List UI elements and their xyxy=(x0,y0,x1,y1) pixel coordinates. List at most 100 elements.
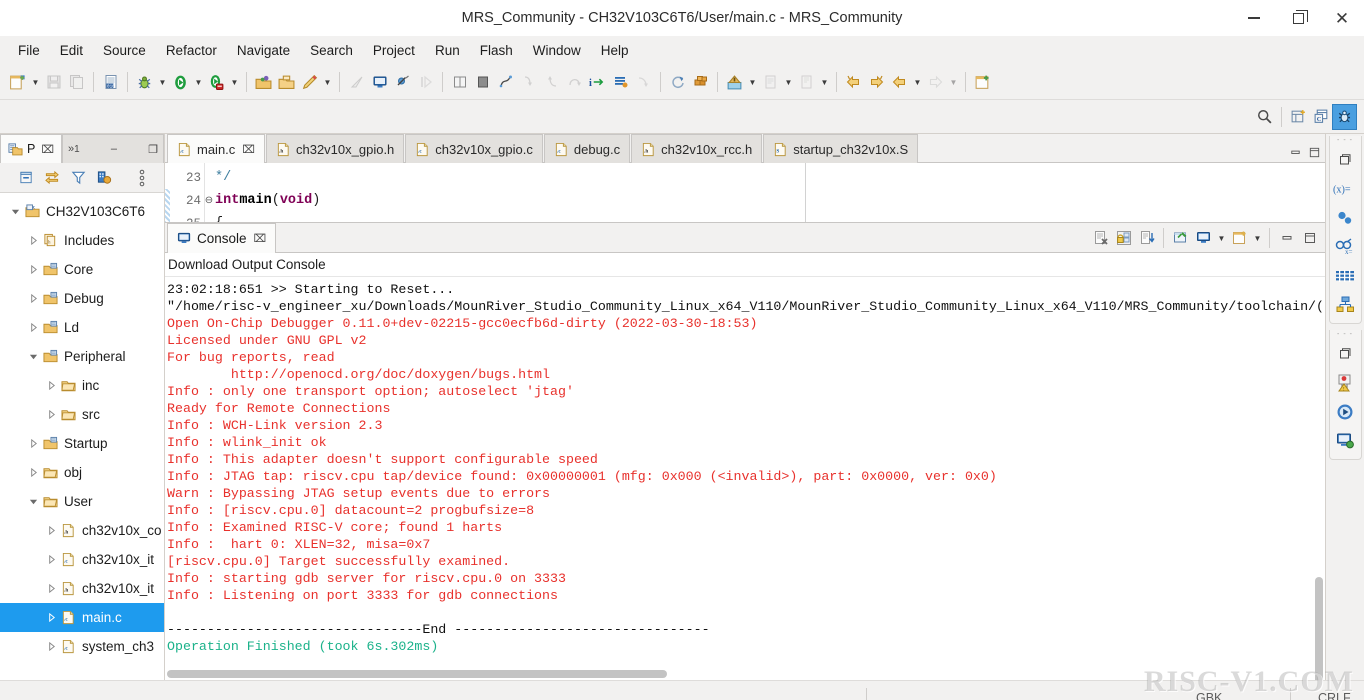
next-edit-location-icon[interactable] xyxy=(924,70,947,94)
resume-icon[interactable] xyxy=(414,70,437,94)
menu-item-edit[interactable]: Edit xyxy=(50,39,93,62)
code-editor[interactable]: 23 24⊖ 25 */ int main(void) { xyxy=(165,163,1325,223)
expand-arrow-icon[interactable] xyxy=(26,313,40,342)
maximize-view-icon[interactable]: ❐ xyxy=(148,143,158,156)
menu-item-navigate[interactable]: Navigate xyxy=(227,39,300,62)
expand-arrow-icon[interactable] xyxy=(44,603,58,632)
expand-arrow-icon[interactable] xyxy=(26,458,40,487)
registers-view-icon[interactable] xyxy=(609,70,632,94)
console-vertical-scrollbar[interactable] xyxy=(1315,577,1323,680)
tree-item-core[interactable]: Core xyxy=(0,255,164,284)
expressions-view-icon[interactable]: x= xyxy=(1332,233,1359,260)
expand-arrow-icon[interactable] xyxy=(44,400,58,429)
view-group-grip-2[interactable]: - - - xyxy=(1335,330,1355,339)
view-menu-icon[interactable] xyxy=(130,167,154,189)
previous-edit-location-icon[interactable] xyxy=(888,70,911,94)
menu-item-refactor[interactable]: Refactor xyxy=(156,39,227,62)
rebuild-pencil-icon[interactable] xyxy=(298,70,321,94)
tab-console[interactable]: Console ⌧ xyxy=(167,223,277,253)
tree-item-debug[interactable]: Debug xyxy=(0,284,164,313)
debug-view-icon[interactable] xyxy=(1332,398,1359,425)
perspective-c-cpp-icon[interactable]: C xyxy=(1310,105,1333,129)
memory-blocks-icon[interactable] xyxy=(689,70,712,94)
close-icon[interactable]: ⌧ xyxy=(242,143,255,156)
quick-access-search-icon[interactable] xyxy=(1253,105,1276,129)
tree-item-ch32v10x-it[interactable]: .h ch32v10x_it xyxy=(0,574,164,603)
clean-project-icon[interactable] xyxy=(275,70,298,94)
close-icon[interactable]: ⌧ xyxy=(41,143,54,156)
editor-tab-ch32v10x-gpio-c[interactable]: .c ch32v10x_gpio.c xyxy=(405,134,543,163)
expand-arrow-icon[interactable] xyxy=(44,545,58,574)
variables-view-icon[interactable]: (x)= xyxy=(1332,175,1359,202)
skip-all-breakpoints-icon[interactable] xyxy=(391,70,414,94)
run-icon[interactable] xyxy=(169,70,192,94)
expand-arrow-icon[interactable] xyxy=(44,632,58,661)
tree-item-includes[interactable]: h Includes xyxy=(0,226,164,255)
download-flash-icon[interactable] xyxy=(205,70,228,94)
next-edit-caret[interactable]: ▼ xyxy=(947,70,960,94)
lock-scroll-icon[interactable] xyxy=(1112,226,1135,250)
tree-item-inc[interactable]: inc xyxy=(0,371,164,400)
open-type-icon[interactable] xyxy=(723,70,746,94)
run-dropdown-caret[interactable]: ▼ xyxy=(192,70,205,94)
step-return-icon[interactable] xyxy=(540,70,563,94)
close-button[interactable]: ✕ xyxy=(1320,0,1364,36)
tree-item-ch32v10x-co[interactable]: .h ch32v10x_co xyxy=(0,516,164,545)
display-selected-console-icon[interactable] xyxy=(1192,226,1215,250)
new-c-source-file-icon[interactable]: 010 xyxy=(99,70,122,94)
new-window-icon[interactable] xyxy=(971,70,994,94)
debug-bug-icon[interactable] xyxy=(133,70,156,94)
collapse-arrow-icon[interactable] xyxy=(26,342,40,371)
breakpoints-view-icon[interactable] xyxy=(1332,204,1359,231)
tree-item-ch32v10x-it[interactable]: .c ch32v10x_it xyxy=(0,545,164,574)
tree-item-system-ch3[interactable]: .c system_ch3 xyxy=(0,632,164,661)
tree-item-ld[interactable]: Ld xyxy=(0,313,164,342)
ruler-icon[interactable] xyxy=(345,70,368,94)
editor-code-area[interactable]: */ int main(void) { xyxy=(205,163,1325,222)
expand-arrow-icon[interactable] xyxy=(26,226,40,255)
display-selected-console-caret[interactable]: ▼ xyxy=(1215,226,1228,250)
expand-arrow-icon[interactable] xyxy=(26,284,40,313)
open-perspective-icon[interactable] xyxy=(1287,105,1310,129)
toggle-split-editor-icon[interactable] xyxy=(448,70,471,94)
tree-item-startup[interactable]: Startup xyxy=(0,429,164,458)
restore-view-icon[interactable] xyxy=(1332,146,1359,173)
collapse-all-icon[interactable] xyxy=(14,167,38,189)
expand-arrow-icon[interactable] xyxy=(44,516,58,545)
new-file-dropdown-caret[interactable]: ▼ xyxy=(29,70,42,94)
restore-view-icon-2[interactable] xyxy=(1332,340,1359,367)
rebuild-dropdown-caret[interactable]: ▼ xyxy=(321,70,334,94)
open-declaration-caret[interactable]: ▼ xyxy=(782,70,795,94)
maximize-editor-icon[interactable] xyxy=(1308,146,1321,159)
console-view-icon[interactable] xyxy=(1332,427,1359,454)
expand-arrow-icon[interactable] xyxy=(26,429,40,458)
save-icon[interactable] xyxy=(42,70,65,94)
editor-tab-ch32v10x-gpio-h[interactable]: .h ch32v10x_gpio.h xyxy=(265,134,405,163)
console-horizontal-scrollbar[interactable] xyxy=(167,670,667,678)
menu-item-window[interactable]: Window xyxy=(523,39,591,62)
tree-item-user[interactable]: User xyxy=(0,487,164,516)
outline-view-icon[interactable] xyxy=(1332,291,1359,318)
build-project-icon[interactable] xyxy=(252,70,275,94)
open-declaration-icon[interactable] xyxy=(759,70,782,94)
maximize-button[interactable] xyxy=(1276,0,1320,36)
close-icon[interactable]: ⌧ xyxy=(254,232,267,245)
minimize-view-icon[interactable]: – xyxy=(111,143,117,155)
menu-item-search[interactable]: Search xyxy=(300,39,363,62)
tab-project-explorer[interactable]: P ⌧ xyxy=(0,134,63,163)
tree-item-main-c[interactable]: .c main.c xyxy=(0,603,164,632)
menu-item-help[interactable]: Help xyxy=(591,39,639,62)
editor-tab-debug-c[interactable]: .c debug.c xyxy=(543,134,631,163)
editor-tab-ch32v10x-rcc-h[interactable]: .h ch32v10x_rcc.h xyxy=(631,134,763,163)
minimize-button[interactable] xyxy=(1232,0,1276,36)
expand-arrow-icon[interactable] xyxy=(26,255,40,284)
perspective-debug-icon[interactable] xyxy=(1332,103,1357,130)
download-dropdown-caret[interactable]: ▼ xyxy=(228,70,241,94)
editor-tab-main-c[interactable]: .c main.c ⌧ xyxy=(167,134,265,163)
link-with-editor-icon[interactable] xyxy=(40,167,64,189)
project-explorer-overflow-tab[interactable]: » 1 – ❐ xyxy=(62,134,164,163)
clear-console-icon[interactable] xyxy=(1089,226,1112,250)
registers-view-icon[interactable] xyxy=(1332,262,1359,289)
pin-console-icon[interactable] xyxy=(1169,226,1192,250)
forward-history-icon[interactable] xyxy=(865,70,888,94)
